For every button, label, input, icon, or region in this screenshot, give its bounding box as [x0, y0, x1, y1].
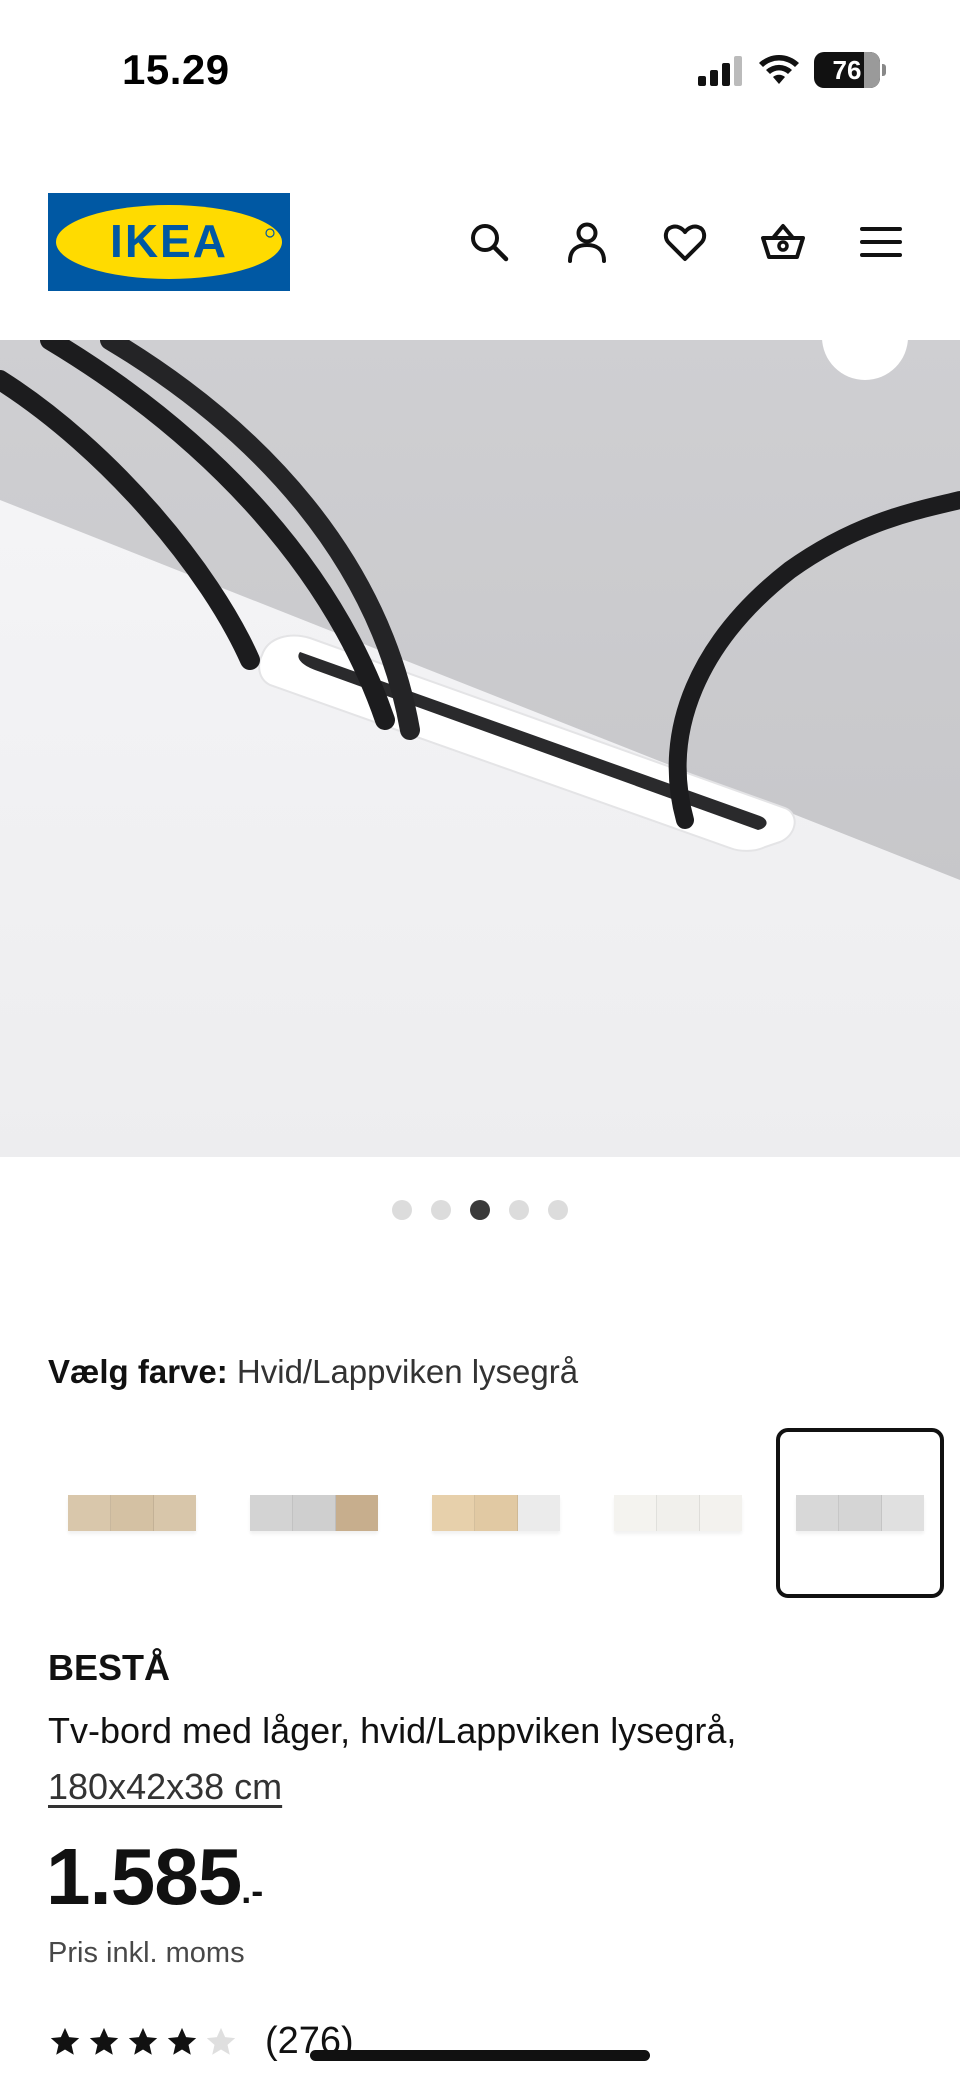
menu-button[interactable] — [832, 214, 930, 270]
star-filled-icon — [89, 2027, 119, 2055]
basket-icon — [761, 224, 805, 259]
color-swatch[interactable] — [594, 1428, 762, 1598]
product-description-text: Tv-bord med låger, hvid/Lappviken lysegr… — [48, 1710, 737, 1751]
account-button[interactable] — [538, 214, 636, 270]
heart-icon — [663, 224, 707, 261]
product-image[interactable] — [0, 340, 960, 1157]
battery-icon: 76 — [814, 52, 886, 88]
product-name: BESTÅ — [48, 1647, 171, 1688]
color-label-value: Hvid/Lappviken lysegrå — [236, 1353, 579, 1390]
home-indicator — [310, 2050, 650, 2061]
carousel-dot-active[interactable] — [470, 1200, 490, 1220]
site-header: IKEA — [0, 190, 960, 291]
wifi-icon — [759, 55, 799, 84]
color-label-key: Vælg farve: — [48, 1353, 228, 1390]
battery-level: 76 — [832, 54, 862, 85]
account-icon — [568, 222, 606, 263]
color-swatch[interactable] — [776, 1428, 944, 1598]
basket-button[interactable] — [734, 214, 832, 270]
price-note: Pris inkl. moms — [48, 1937, 245, 1969]
header-actions — [440, 214, 930, 270]
search-icon — [471, 224, 509, 262]
swatch-thumbnail — [68, 1495, 196, 1531]
color-selection-label: Vælg farve: Hvid/Lappviken lysegrå — [48, 1353, 578, 1391]
star-filled-icon — [50, 2027, 80, 2055]
swatch-thumbnail — [432, 1495, 560, 1531]
color-swatch[interactable] — [412, 1428, 580, 1598]
status-time: 15.29 — [122, 46, 230, 93]
menu-icon — [860, 227, 902, 257]
rating-stars — [48, 2025, 243, 2059]
product-price: 1.585 .- — [46, 1832, 263, 1922]
swatch-thumbnail — [614, 1495, 742, 1531]
status-icons: 76 — [696, 52, 886, 88]
star-filled-icon — [167, 2027, 197, 2055]
carousel-dot[interactable] — [509, 1200, 529, 1220]
carousel-dot[interactable] — [392, 1200, 412, 1220]
star-filled-icon — [128, 2027, 158, 2055]
carousel-dot[interactable] — [548, 1200, 568, 1220]
svg-text:IKEA: IKEA — [110, 215, 228, 267]
product-description: Tv-bord med låger, hvid/Lappviken lysegr… — [48, 1703, 928, 1815]
star-empty-icon — [206, 2027, 236, 2055]
carousel-dot[interactable] — [431, 1200, 451, 1220]
search-button[interactable] — [440, 214, 538, 270]
image-carousel-dots — [0, 1200, 960, 1220]
color-swatch-list — [48, 1428, 944, 1598]
price-suffix: .- — [241, 1870, 264, 1911]
product-size-link[interactable]: 180x42x38 cm — [48, 1759, 282, 1815]
favourites-button[interactable] — [636, 214, 734, 270]
product-rating[interactable]: (276) — [48, 2020, 354, 2063]
color-swatch[interactable] — [230, 1428, 398, 1598]
swatch-thumbnail — [250, 1495, 378, 1531]
price-amount: 1.585 — [46, 1832, 242, 1921]
color-swatch[interactable] — [48, 1428, 216, 1598]
status-bar: 15.29 76 — [0, 0, 960, 140]
swatch-thumbnail — [796, 1495, 924, 1531]
ikea-logo[interactable]: IKEA — [48, 193, 290, 291]
signal-icon — [698, 56, 742, 86]
